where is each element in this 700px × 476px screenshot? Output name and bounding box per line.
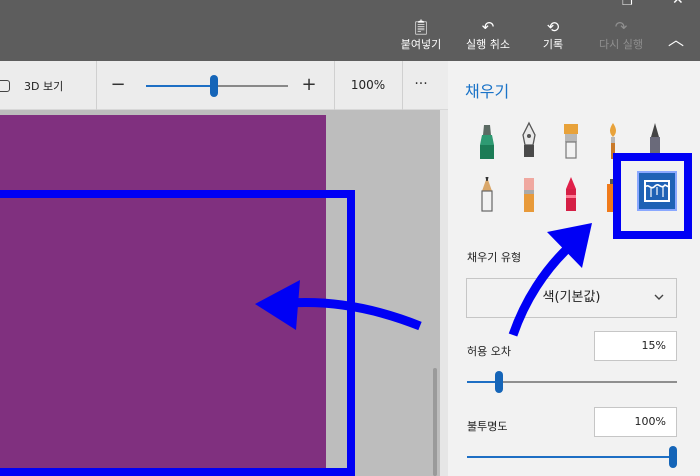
- opacity-label: 불투명도: [467, 420, 508, 433]
- collapse-chevron-icon[interactable]: ︿: [666, 30, 686, 50]
- chevron-down-icon: [654, 294, 664, 300]
- close-window-icon[interactable]: ✕: [672, 0, 688, 8]
- crayon-icon[interactable]: [556, 175, 586, 215]
- panel-title: 채우기: [465, 82, 510, 101]
- more-options-button[interactable]: ···: [404, 61, 438, 110]
- history-button[interactable]: ⟲ 기록: [522, 18, 584, 60]
- calligraphy-pen-icon[interactable]: [514, 121, 544, 161]
- fill-type-label: 채우기 유형: [467, 251, 522, 264]
- command-bar: ❐ ✕ 📋︎ 붙여넣기 ↶ 실행 취소 ⟲ 기록 ↷ 다시 실행 ︿: [0, 0, 700, 61]
- view-3d-icon: [0, 79, 10, 92]
- tolerance-slider-thumb[interactable]: [495, 371, 503, 393]
- fill-type-dropdown[interactable]: 색(기본값): [466, 278, 677, 318]
- redo-button[interactable]: ↷ 다시 실행: [590, 18, 652, 60]
- paste-label: 붙여넣기: [400, 38, 442, 51]
- tolerance-slider[interactable]: [467, 371, 677, 393]
- undo-button[interactable]: ↶ 실행 취소: [457, 18, 519, 60]
- undo-icon: ↶: [481, 18, 495, 36]
- zoom-percent[interactable]: 100%: [336, 61, 400, 110]
- zoom-slider-fill: [146, 85, 214, 87]
- restore-window-icon[interactable]: ❐: [622, 0, 636, 8]
- undo-label: 실행 취소: [466, 38, 510, 51]
- divider: [96, 61, 97, 110]
- divider: [334, 61, 335, 110]
- paste-icon: 📋︎: [411, 18, 431, 36]
- annotation-tool-highlight: [613, 153, 692, 239]
- opacity-slider-fill: [467, 456, 677, 458]
- zoom-slider-thumb[interactable]: [210, 75, 218, 97]
- divider: [402, 61, 403, 110]
- redo-icon: ↷: [614, 18, 628, 36]
- annotation-canvas-highlight: [0, 190, 355, 476]
- tolerance-label: 허용 오차: [467, 345, 511, 358]
- history-icon: ⟲: [546, 18, 560, 36]
- eraser-icon[interactable]: [514, 175, 544, 215]
- opacity-slider-thumb[interactable]: [669, 446, 677, 468]
- zoom-slider[interactable]: [146, 75, 288, 97]
- vertical-scrollbar[interactable]: [433, 368, 437, 476]
- view-toolbar: 3D 보기 − + 100% ···: [0, 61, 448, 110]
- opacity-field[interactable]: 100%: [594, 407, 677, 437]
- pencil-icon[interactable]: [472, 175, 502, 215]
- history-label: 기록: [542, 38, 564, 51]
- fill-type-value: 색(기본값): [542, 290, 601, 305]
- fill-panel: 채우기 채우기 유형 색(기본값) 허용 오차 15% 불투명도 100%: [448, 61, 700, 476]
- zoom-in-button[interactable]: +: [299, 75, 319, 95]
- paste-button[interactable]: 📋︎ 붙여넣기: [390, 18, 452, 60]
- opacity-slider[interactable]: [467, 446, 677, 468]
- zoom-out-button[interactable]: −: [108, 75, 128, 95]
- marker-icon[interactable]: [472, 121, 502, 161]
- tolerance-field[interactable]: 15%: [594, 331, 677, 361]
- view-3d-button[interactable]: 3D 보기: [0, 61, 96, 110]
- view-3d-label: 3D 보기: [24, 79, 64, 93]
- oil-brush-icon[interactable]: [556, 121, 586, 161]
- redo-label: 다시 실행: [599, 38, 643, 51]
